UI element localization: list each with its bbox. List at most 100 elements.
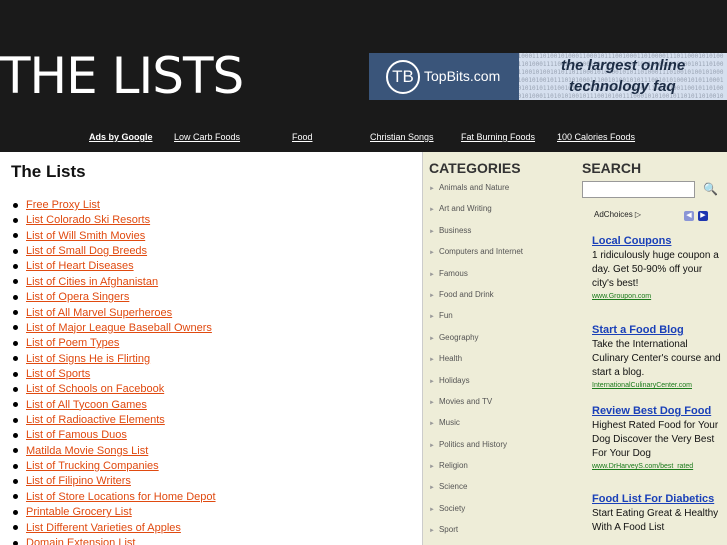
list-item: Free Proxy List (13, 198, 216, 213)
topbits-banner-ad[interactable]: 0100011101001010001100010111001000110100… (369, 53, 727, 100)
category-item[interactable]: ► Music (429, 416, 523, 437)
nav-link-christian-songs[interactable]: Christian Songs (370, 132, 434, 142)
bullet-icon (13, 325, 18, 331)
category-label: Animals and Nature (438, 183, 510, 192)
list-link[interactable]: Matilda Movie Songs List (26, 445, 148, 457)
ad-url-link[interactable]: www.Groupon.com (592, 291, 722, 303)
category-label: Art and Writing (438, 204, 492, 214)
category-item[interactable]: ► Religion (429, 459, 523, 480)
category-label: Science (438, 482, 468, 492)
site-title[interactable]: THE LISTS (0, 48, 244, 104)
category-item[interactable]: ► Food and Drink (429, 288, 523, 309)
list-link[interactable]: List of Signs He is Flirting (26, 353, 150, 365)
list-link[interactable]: List of Heart Diseases (26, 260, 134, 272)
bullet-arrow-icon: ► (429, 399, 435, 406)
category-item[interactable]: ► Movies and TV (429, 395, 523, 416)
list-item: List of Radioactive Elements (13, 413, 216, 428)
category-item[interactable]: ► Geography (429, 331, 523, 352)
banner-tagline-line1: the largest online (561, 57, 686, 74)
bullet-icon (13, 540, 18, 545)
categories-panel: CATEGORIES ► Animals and Nature ► Art and … (423, 152, 576, 545)
ad-next-icon[interactable]: ▶ (698, 211, 708, 221)
nav-link-100-calories-foods[interactable]: 100 Calories Foods (557, 132, 635, 142)
bullet-icon (13, 217, 18, 223)
topbits-logo: TB (386, 60, 420, 94)
banner-left-panel: TB TopBits.com (369, 53, 519, 100)
category-item[interactable]: ► Animals and Nature (429, 181, 523, 202)
banner-brand: TopBits.com (424, 68, 501, 84)
ad-url-link[interactable]: www.DrHarveyS.com/best_rated (592, 461, 722, 473)
category-label: Sport (438, 525, 459, 535)
list-item: List of Small Dog Breeds (13, 244, 216, 259)
category-item[interactable]: ► Famous (429, 267, 523, 288)
category-label: Food and Drink (438, 289, 494, 299)
bullet-icon (13, 432, 18, 438)
lists-list: Free Proxy List List Colorado Ski Resort… (13, 198, 216, 545)
list-link[interactable]: List of Famous Duos (26, 429, 127, 441)
search-input[interactable] (582, 181, 695, 198)
nav-link-food[interactable]: Food (292, 132, 313, 142)
category-item[interactable]: ► Computers and Internet (429, 245, 523, 266)
category-item[interactable]: ► Society (429, 502, 523, 523)
list-link[interactable]: Domain Extension List (26, 537, 135, 545)
ad-url-link[interactable]: InternationalCulinaryCenter.com (592, 380, 722, 392)
text-ad: Start a Food Blog Take the International… (592, 322, 722, 392)
category-item[interactable]: ► Sport (429, 523, 523, 544)
list-link[interactable]: Printable Grocery List (26, 506, 132, 518)
bullet-arrow-icon: ► (429, 421, 435, 428)
category-item[interactable]: ► Politics and History (429, 438, 523, 459)
search-icon[interactable]: 🔍 (703, 182, 718, 196)
list-link[interactable]: List Colorado Ski Resorts (26, 214, 150, 226)
category-label: Movies and TV (438, 396, 493, 406)
page-heading: The Lists (11, 162, 86, 181)
category-item[interactable]: ► Art and Writing (429, 202, 523, 223)
list-item: List of Trucking Companies (13, 459, 216, 474)
ad-title-link[interactable]: Food List For Diabetics (592, 491, 722, 507)
list-item: Domain Extension List (13, 536, 216, 545)
category-item[interactable]: ► Fun (429, 309, 523, 330)
category-label: Society (438, 503, 466, 513)
site-header: THE LISTS 010001110100101000110001011100… (0, 0, 727, 152)
ad-title-link[interactable]: Review Best Dog Food (592, 403, 722, 419)
category-item[interactable]: ► Health (429, 352, 523, 373)
nav-link-low-carb-foods[interactable]: Low Carb Foods (174, 132, 240, 142)
bullet-arrow-icon: ► (429, 186, 435, 192)
category-item[interactable]: ► Business (429, 224, 523, 245)
ads-by-google-link[interactable]: Ads by Google (89, 132, 153, 142)
list-link[interactable]: List of Radioactive Elements (26, 414, 165, 426)
adchoices-label[interactable]: AdChoices ▷ (594, 210, 641, 219)
ad-title-link[interactable]: Start a Food Blog (592, 322, 722, 338)
bullet-icon (13, 310, 18, 316)
adchoices-text: AdChoices (594, 210, 633, 219)
list-link[interactable]: List of Store Locations for Home Depot (26, 491, 216, 503)
ad-prev-icon[interactable]: ◀ (684, 211, 694, 221)
list-link[interactable]: List of All Tycoon Games (26, 399, 147, 411)
bullet-icon (13, 340, 18, 346)
ad-title-link[interactable]: Local Coupons (592, 233, 722, 249)
list-link[interactable]: List of Opera Singers (26, 291, 129, 303)
list-link[interactable]: List of Major League Baseball Owners (26, 322, 212, 334)
list-link[interactable]: List of Cities in Afghanistan (26, 276, 158, 288)
list-link[interactable]: List of Will Smith Movies (26, 230, 145, 242)
list-link[interactable]: List Different Varieties of Apples (26, 522, 181, 534)
category-item[interactable]: ► Holidays (429, 374, 523, 395)
list-link[interactable]: List of Trucking Companies (26, 460, 159, 472)
category-label: Geography (438, 332, 479, 342)
list-link[interactable]: Free Proxy List (26, 199, 100, 211)
list-item: List of Poem Types (13, 336, 216, 351)
list-link[interactable]: List of Sports (26, 368, 90, 380)
list-item: List of Sports (13, 367, 216, 382)
list-link[interactable]: List of Small Dog Breeds (26, 245, 147, 257)
category-item[interactable]: ► Science (429, 480, 523, 501)
list-item: List of All Marvel Superheroes (13, 306, 216, 321)
bullet-icon (13, 402, 18, 408)
bullet-arrow-icon: ► (429, 292, 435, 299)
list-link[interactable]: List of All Marvel Superheroes (26, 307, 172, 319)
banner-tagline-line2: technology faq (569, 78, 676, 95)
list-link[interactable]: List of Filipino Writers (26, 475, 131, 487)
nav-link-fat-burning-foods[interactable]: Fat Burning Foods (461, 132, 535, 142)
list-link[interactable]: List of Schools on Facebook (26, 383, 164, 395)
bullet-arrow-icon: ► (429, 528, 435, 535)
bullet-icon (13, 264, 18, 270)
list-link[interactable]: List of Poem Types (26, 337, 119, 349)
